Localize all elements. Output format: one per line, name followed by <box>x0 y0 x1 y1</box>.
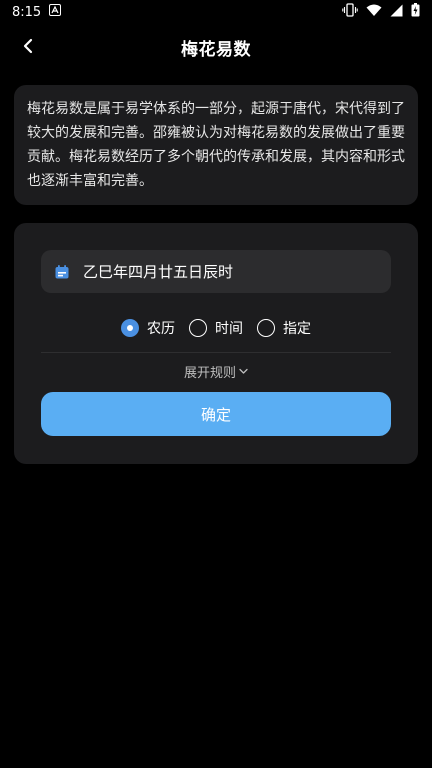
confirm-button[interactable]: 确定 <box>41 392 391 436</box>
wifi-icon <box>366 4 382 21</box>
confirm-button-label: 确定 <box>200 405 231 424</box>
signal-icon <box>390 4 403 21</box>
radio-label-specify: 指定 <box>283 321 311 337</box>
divider <box>41 352 391 353</box>
date-value: 乙巳年四月廿五日辰时 <box>83 263 234 281</box>
page-title: 梅花易数 <box>181 39 251 60</box>
status-bar: 8:15 <box>0 0 432 24</box>
mode-radio-group: 农历 时间 指定 <box>14 316 418 340</box>
radio-button-lunar[interactable] <box>121 319 139 337</box>
vibrate-icon <box>342 3 358 21</box>
notification-a-icon <box>49 4 62 20</box>
chevron-left-icon <box>23 38 33 54</box>
battery-icon <box>411 3 420 21</box>
radio-label-lunar: 农历 <box>147 321 175 337</box>
expand-rules-label: 展开规则 <box>183 365 236 381</box>
chevron-down-icon <box>239 368 248 374</box>
radio-label-time: 时间 <box>215 321 243 337</box>
radio-option-specify[interactable]: 指定 <box>257 318 311 338</box>
radio-button-specify[interactable] <box>257 319 275 337</box>
intro-card: 梅花易数是属于易学体系的一部分，起源于唐代，宋代得到了较大的发展和完善。邵雍被认… <box>14 85 418 205</box>
status-time: 8:15 <box>12 4 42 20</box>
intro-text: 梅花易数是属于易学体系的一部分，起源于唐代，宋代得到了较大的发展和完善。邵雍被认… <box>27 101 405 189</box>
status-right <box>342 3 420 21</box>
radio-option-time[interactable]: 时间 <box>189 318 243 338</box>
status-left: 8:15 <box>12 4 62 20</box>
radio-button-time[interactable] <box>189 319 207 337</box>
form-card: 乙巳年四月廿五日辰时 农历 时间 指定 展开规则 确定 <box>14 223 418 464</box>
date-picker-field[interactable]: 乙巳年四月廿五日辰时 <box>41 250 391 293</box>
expand-rules-toggle[interactable]: 展开规则 <box>14 360 418 382</box>
radio-option-lunar[interactable]: 农历 <box>121 318 175 338</box>
back-button[interactable] <box>14 32 42 60</box>
calendar-icon <box>55 264 69 278</box>
app-bar: 梅花易数 <box>0 24 432 70</box>
